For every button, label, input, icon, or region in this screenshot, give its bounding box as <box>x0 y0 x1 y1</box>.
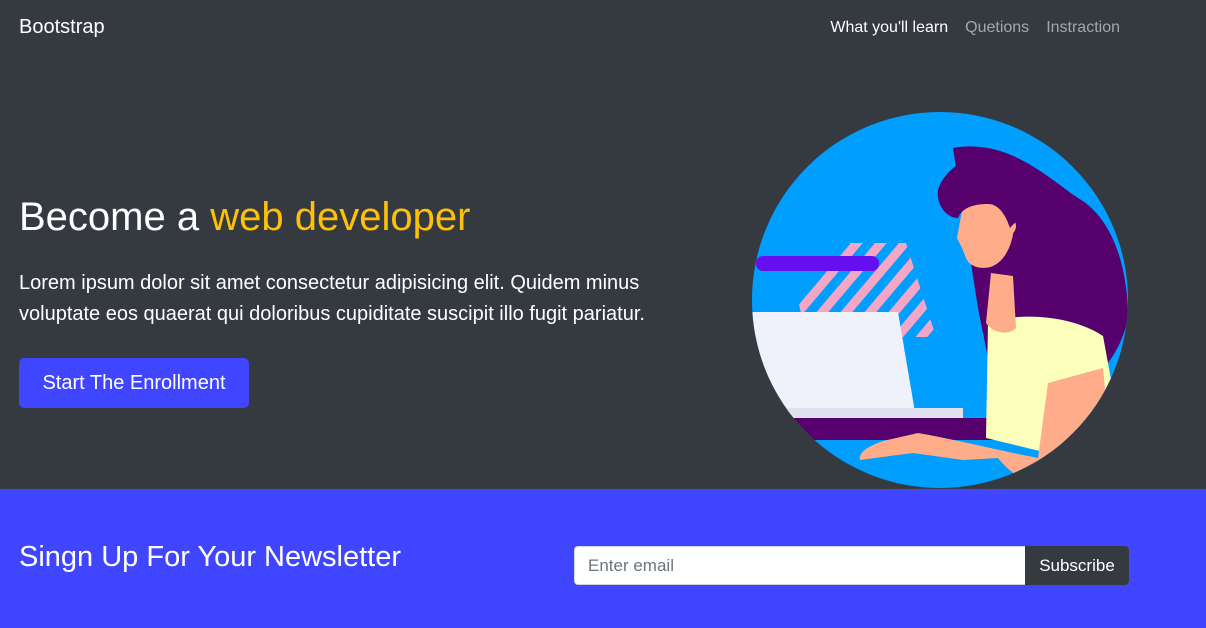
newsletter-section: Singn Up For Your Newsletter Subscribe <box>0 489 1206 628</box>
navbar: Bootstrap What you'll learn Quetions Ins… <box>0 0 1206 58</box>
laptop-screen <box>752 312 916 418</box>
start-enrollment-button[interactable]: Start The Enrollment <box>19 358 249 408</box>
newsletter-form: Subscribe <box>574 546 1129 585</box>
hero-section: Become a web developer Lorem ipsum dolor… <box>0 58 1206 489</box>
subscribe-button[interactable]: Subscribe <box>1025 546 1129 585</box>
nav-link-what-youll-learn[interactable]: What you'll learn <box>830 19 948 37</box>
hero-description: Lorem ipsum dolor sit amet consectetur a… <box>19 272 645 325</box>
nav-links: What you'll learn Quetions Instraction <box>830 19 1120 37</box>
brand-logo-link[interactable]: Bootstrap <box>19 16 105 39</box>
email-input[interactable] <box>574 546 1025 585</box>
hero-title: Become a web developer <box>19 195 470 240</box>
nav-link-instruction[interactable]: Instraction <box>1046 19 1120 37</box>
nav-link-questions[interactable]: Quetions <box>965 19 1029 37</box>
neck <box>986 273 1016 333</box>
newsletter-title: Singn Up For Your Newsletter <box>19 541 402 573</box>
hero-title-prefix: Become a <box>19 195 211 239</box>
laptop-base <box>788 408 963 418</box>
woman-at-laptop-illustration <box>752 112 1128 488</box>
purple-bar <box>756 256 879 271</box>
hero-title-highlight: web developer <box>210 195 471 239</box>
